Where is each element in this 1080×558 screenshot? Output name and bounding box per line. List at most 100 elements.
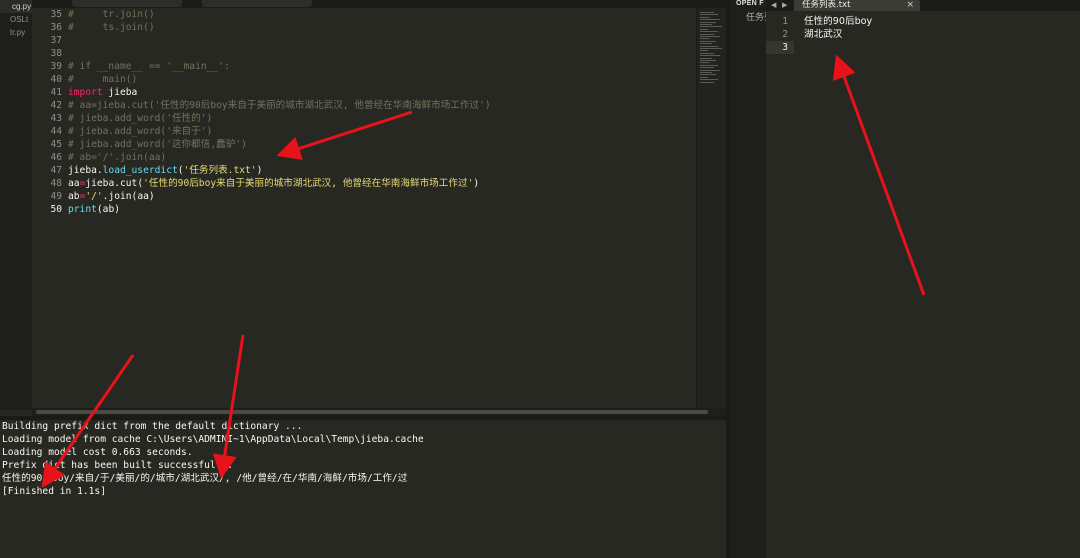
code-token: import bbox=[68, 87, 103, 98]
minimap-line bbox=[700, 43, 712, 45]
code-token: jieba. bbox=[68, 165, 103, 176]
line-number: 36 bbox=[50, 22, 62, 33]
minimap-line bbox=[700, 14, 718, 16]
code-token: print bbox=[68, 204, 97, 215]
tab-next-icon[interactable]: ▶ bbox=[782, 0, 787, 10]
line-number: 38 bbox=[50, 48, 62, 59]
open-files-heading: OPEN FILES bbox=[736, 0, 764, 7]
code-token: # main() bbox=[68, 74, 138, 85]
minimap-line bbox=[700, 21, 716, 23]
minimap-line bbox=[700, 48, 722, 49]
line-number: 49 bbox=[50, 191, 62, 202]
minimap-line bbox=[700, 67, 714, 69]
code-token: ) bbox=[256, 165, 263, 176]
horizontal-scrollbar[interactable] bbox=[32, 408, 726, 416]
close-icon[interactable]: × bbox=[906, 0, 914, 11]
line-number: 43 bbox=[50, 113, 62, 124]
right-tab-bar: ◀ ▶ 任务列表.txt × bbox=[766, 0, 1080, 11]
minimap-line bbox=[700, 50, 708, 52]
code-token: load_userdict bbox=[102, 165, 178, 176]
minimap-line bbox=[700, 72, 712, 73]
code-token: # jieba.add_word('任性的') bbox=[68, 113, 213, 124]
code-token: # ab='/'.join(aa) bbox=[68, 152, 167, 163]
code-token: '任性的90后boy来自于美丽的城市湖北武汉, 他曾经在华南海鲜市场工作过' bbox=[143, 178, 474, 189]
text-area[interactable]: 任性的90后boy 湖北武汉 bbox=[804, 15, 872, 54]
line-number: 39 bbox=[50, 61, 62, 72]
code-token: aa bbox=[68, 178, 80, 189]
minimap-line bbox=[700, 28, 708, 30]
text-line: 湖北武汉 bbox=[804, 29, 843, 40]
open-file-item[interactable]: 任务列表.txt bbox=[746, 10, 766, 23]
code-line: # jieba.add_word('任性的') bbox=[68, 112, 688, 125]
file-sidebar: cg.py OSLt tr.py bbox=[0, 0, 33, 410]
editor-tab[interactable] bbox=[202, 0, 312, 7]
tab-prev-icon[interactable]: ◀ bbox=[771, 0, 776, 10]
line-number: 2 bbox=[782, 29, 788, 40]
code-token: # if __name__ == '__main__': bbox=[68, 61, 230, 72]
text-line: 任性的90后boy bbox=[804, 16, 873, 27]
minimap-line bbox=[700, 60, 716, 61]
minimap-line bbox=[700, 62, 710, 64]
line-number: 40 bbox=[50, 74, 62, 85]
code-token: ab bbox=[68, 191, 80, 202]
minimap-line bbox=[700, 24, 712, 25]
line-number: 48 bbox=[50, 178, 62, 189]
code-token: # ts.join() bbox=[68, 22, 155, 33]
output-line: Loading model from cache C:\Users\ADMINI… bbox=[2, 434, 424, 445]
build-output-panel: Building prefix dict from the default di… bbox=[0, 420, 726, 558]
minimap-line bbox=[700, 55, 720, 57]
minimap-line bbox=[700, 74, 716, 76]
output-line: Building prefix dict from the default di… bbox=[2, 421, 303, 432]
minimap-line bbox=[700, 45, 718, 47]
minimap-line bbox=[700, 31, 718, 33]
open-files-sidebar: OPEN FILES 任务列表.txt bbox=[730, 0, 766, 558]
code-line: # tr.join() bbox=[68, 8, 688, 21]
minimap-line bbox=[700, 38, 710, 40]
code-line: # jieba.add_word('来自于') bbox=[68, 125, 688, 138]
code-line: # ab='/'.join(aa) bbox=[68, 151, 688, 164]
minimap-line bbox=[700, 26, 722, 28]
minimap-line bbox=[700, 40, 716, 42]
code-token: .join(aa) bbox=[102, 191, 155, 202]
code-line: # jieba.add_word('这你都信,蠢驴') bbox=[68, 138, 688, 151]
minimap-line bbox=[700, 79, 718, 81]
line-number: 3 bbox=[766, 41, 794, 54]
output-line: 任性的90后boy/来自/于/美丽/的/城市/湖北武汉/, /他/曾经/在/华南… bbox=[2, 473, 408, 484]
code-line: print(ab) bbox=[68, 203, 688, 216]
minimap-line bbox=[700, 16, 710, 18]
sidebar-file-item[interactable]: OSLt bbox=[0, 13, 32, 26]
sidebar-file-item[interactable]: tr.py bbox=[0, 26, 32, 39]
editor-tab[interactable] bbox=[72, 0, 182, 7]
code-editor[interactable]: 35 36 37 38 39 40 41 42 43 44 45 46 47 48 49 50 # tr.jo… bbox=[32, 8, 696, 408]
line-number: 46 bbox=[50, 152, 62, 163]
minimap-line bbox=[700, 12, 714, 13]
code-token: '/' bbox=[85, 191, 103, 202]
code-line: jieba.load_userdict('任务列表.txt') bbox=[68, 164, 688, 177]
minimap-line bbox=[700, 57, 712, 59]
line-number: 47 bbox=[50, 165, 62, 176]
output-line: Prefix dict has been built successfully. bbox=[2, 460, 234, 471]
scrollbar-thumb[interactable] bbox=[36, 410, 708, 414]
code-token: # tr.join() bbox=[68, 9, 155, 20]
tab-label: 任务列表.txt bbox=[802, 0, 851, 10]
line-number: 50 bbox=[50, 204, 62, 215]
code-line: # main() bbox=[68, 73, 688, 86]
minimap-line bbox=[700, 81, 714, 83]
sidebar-file-item[interactable]: cg.py bbox=[0, 0, 32, 13]
minimap[interactable] bbox=[696, 8, 727, 408]
code-area[interactable]: # tr.join() # ts.join() # if __name__ == '… bbox=[68, 8, 688, 216]
minimap-line bbox=[700, 36, 720, 37]
line-number: 37 bbox=[50, 35, 62, 46]
code-line: # ts.join() bbox=[68, 21, 688, 34]
code-token: # aa=jieba.cut('任性的90后boy来自于美丽的城市湖北武汉, 他… bbox=[68, 100, 491, 111]
line-number: 44 bbox=[50, 126, 62, 137]
code-token: jieba bbox=[102, 87, 138, 98]
code-line: import jieba bbox=[68, 86, 688, 99]
output-line: Loading model cost 0.663 seconds. bbox=[2, 447, 193, 458]
text-editor[interactable]: 1 2 3 任性的90后boy 湖北武汉 bbox=[766, 11, 1080, 558]
line-number: 1 bbox=[782, 16, 788, 27]
code-token: (ab) bbox=[96, 204, 120, 215]
tab-task-list[interactable]: 任务列表.txt × bbox=[794, 0, 920, 11]
line-number: 41 bbox=[50, 87, 62, 98]
